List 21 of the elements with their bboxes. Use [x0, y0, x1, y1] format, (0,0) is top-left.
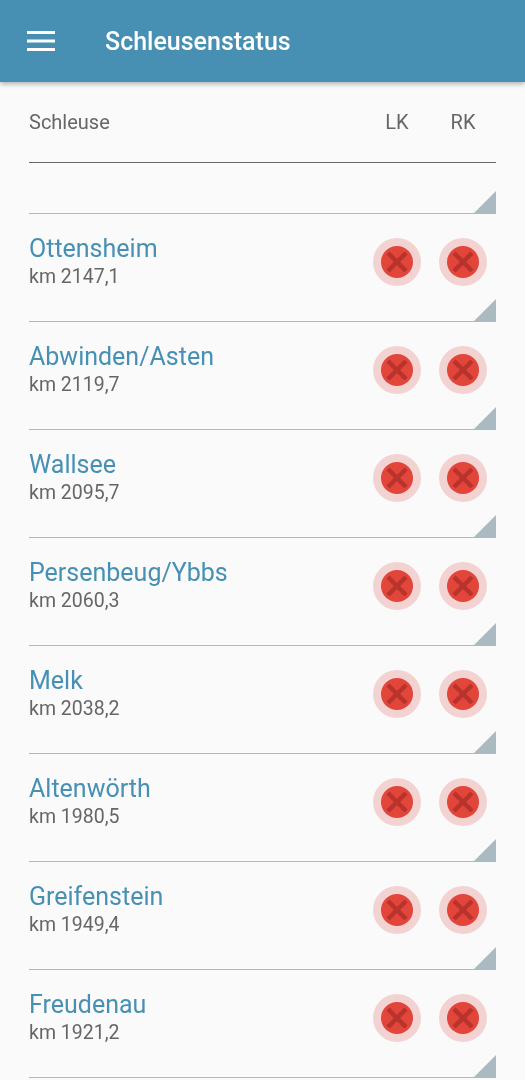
- river-kilometer: km 2038,2: [29, 695, 121, 722]
- lock-name[interactable]: Wallsee: [29, 449, 364, 480]
- river-kilometer: km 2147,1: [29, 263, 121, 290]
- river-kilometer: km 2095,7: [29, 479, 121, 506]
- lock-name[interactable]: Greifenstein: [29, 881, 364, 912]
- lock-name[interactable]: Freudenau: [29, 989, 364, 1020]
- river-kilometer: km 1921,2: [29, 1019, 121, 1046]
- menu-icon[interactable]: [27, 31, 55, 51]
- lock-name[interactable]: Persenbeug/Ybbs: [29, 557, 364, 588]
- column-header: Schleuse: [29, 110, 111, 134]
- column-header: LK: [384, 110, 410, 134]
- river-kilometer: km 1980,5: [29, 803, 121, 830]
- screen-title: Schleusenstatus: [105, 26, 291, 56]
- lock-name[interactable]: Abwinden/Asten: [29, 341, 364, 372]
- lock-name[interactable]: Melk: [29, 665, 364, 696]
- column-header: RK: [449, 110, 477, 134]
- lock-name[interactable]: Ottensheim: [29, 233, 364, 264]
- river-kilometer: km 2060,3: [29, 587, 121, 614]
- lock-name[interactable]: Altenwörth: [29, 773, 364, 804]
- river-kilometer: km 1949,4: [29, 911, 121, 938]
- river-kilometer: km 2119,7: [29, 371, 121, 398]
